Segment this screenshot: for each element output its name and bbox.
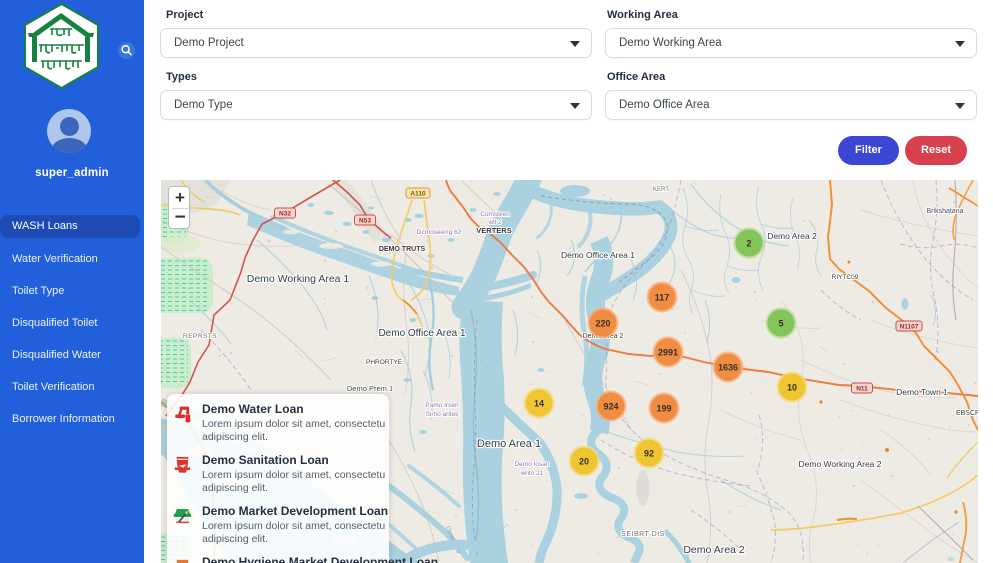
svg-text:RIYTC09: RIYTC09 (832, 274, 859, 281)
svg-text:Demo Office Area 1: Demo Office Area 1 (378, 328, 466, 339)
svg-text:DEMO TRUTS: DEMO TRUTS (379, 246, 426, 253)
svg-text:N1107: N1107 (900, 324, 919, 331)
svg-text:VERTERS: VERTERS (476, 226, 511, 235)
svg-text:N32: N32 (279, 211, 291, 218)
svg-text:SEIBRT DIS: SEIBRT DIS (621, 531, 665, 538)
svg-text:PHRORTYE: PHRORTYE (366, 359, 403, 366)
svg-text:Comsteen: Comsteen (480, 211, 510, 218)
svg-text:N53: N53 (359, 218, 371, 225)
svg-text:Demo Prem 1: Demo Prem 1 (347, 384, 393, 393)
svg-text:2: 2 (746, 239, 751, 249)
svg-text:A110: A110 (410, 191, 426, 198)
svg-text:Demo Area 2: Demo Area 2 (767, 231, 817, 241)
svg-text:Sirho arites: Sirho arites (426, 411, 460, 418)
svg-text:writo 21: writo 21 (520, 470, 544, 477)
svg-text:220: 220 (595, 319, 610, 329)
svg-text:Demo Working Area 1: Demo Working Area 1 (247, 273, 350, 285)
svg-text:92: 92 (644, 449, 654, 459)
svg-text:10: 10 (787, 383, 797, 393)
svg-text:Demo Working Area 2: Demo Working Area 2 (799, 459, 882, 469)
svg-text:1636: 1636 (718, 363, 738, 373)
svg-text:EBSCR: EBSCR (956, 410, 978, 417)
svg-text:2991: 2991 (658, 348, 678, 358)
svg-text:Demo Area 1: Demo Area 1 (477, 438, 541, 450)
svg-text:924: 924 (603, 402, 618, 412)
svg-text:wll 2: wll 2 (487, 219, 501, 226)
svg-text:Pamo Irsen: Pamo Irsen (425, 402, 459, 409)
svg-text:5: 5 (778, 319, 783, 329)
svg-text:REPRSTS: REPRSTS (183, 333, 217, 340)
svg-text:117: 117 (655, 293, 670, 303)
svg-text:N11: N11 (856, 386, 868, 393)
svg-text:Dcmoseerrg 62: Dcmoseerrg 62 (417, 229, 462, 236)
svg-text:KERT: KERT (653, 187, 669, 193)
svg-text:Brikshatana: Brikshatana (927, 208, 964, 215)
svg-text:199: 199 (656, 404, 671, 414)
svg-text:20: 20 (579, 457, 589, 467)
svg-text:14: 14 (534, 399, 544, 409)
svg-text:Demo Area 2: Demo Area 2 (683, 544, 744, 556)
svg-text:Demo Iosan: Demo Iosan (514, 461, 549, 468)
